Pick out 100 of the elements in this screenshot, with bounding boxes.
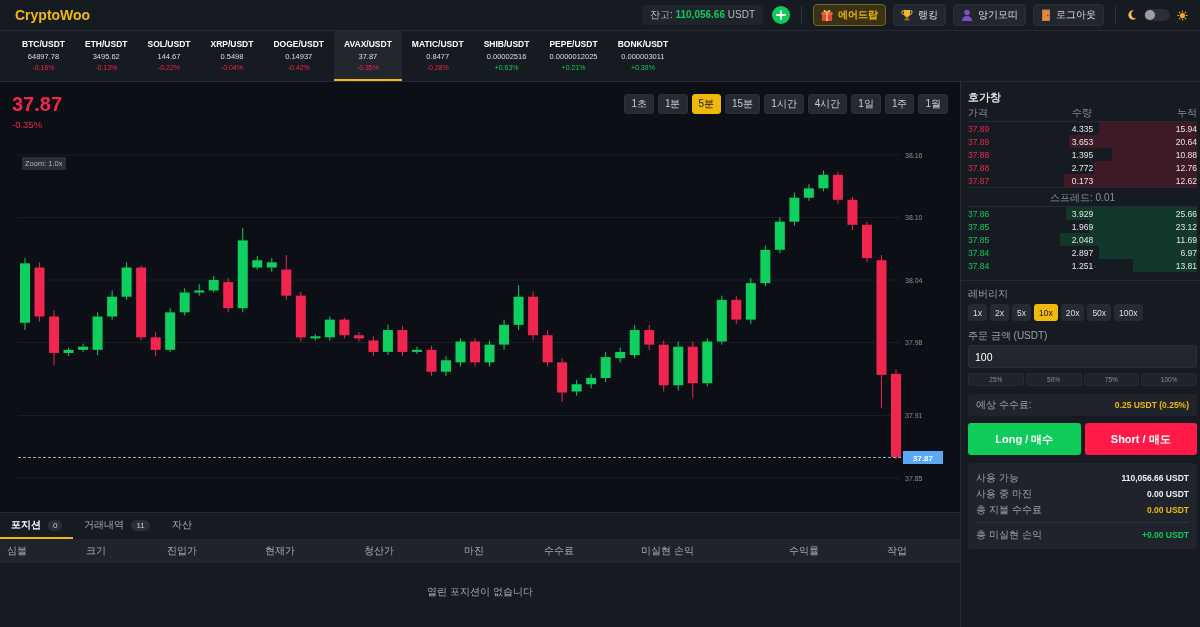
pair-symbol: BTC/USDT [22,39,65,49]
plus-icon [776,10,786,20]
balance-display: 잔고: 110,056.66 USDT [641,5,763,25]
nav-button[interactable]: 앙기모띠 [953,4,1026,26]
timeframe-button[interactable]: 1주 [884,94,915,114]
timeframe-button[interactable]: 1일 [851,94,881,114]
leverage-button[interactable]: 50x [1087,304,1112,321]
candle [266,257,277,273]
candle [847,196,858,231]
candle [861,221,872,263]
leverage-button[interactable]: 5x [1011,304,1031,321]
candle [716,295,727,346]
candle [208,275,219,294]
add-funds-button[interactable] [772,6,790,24]
nav-button[interactable]: 랭킹 [893,4,946,26]
leverage-button[interactable]: 1x [968,304,987,321]
order-price: 37.86 [968,208,991,219]
candle [818,170,829,192]
panel-tab[interactable]: 자산 [160,513,203,539]
timeframe-button[interactable]: 5분 [691,94,722,114]
pair-symbol: XRP/USDT [210,39,254,49]
field-label: 주문 금액 (USDT) [968,329,1049,343]
candle [731,295,742,325]
info-value: 110,056.66 USDT [1121,473,1189,483]
spread-label: 스프레드: 0.01 [968,187,1197,207]
leverage-button[interactable]: 20x [1060,304,1085,321]
timeframe-button[interactable]: 4시간 [807,94,848,114]
candle [34,261,45,323]
candle [513,284,524,331]
column-header: 수량 [1071,106,1094,120]
leverage-button[interactable]: 2x [990,304,1009,321]
column-header: 수수료 [544,544,575,558]
candle [368,335,379,357]
info-label: 사용 중 마진 [976,487,1032,501]
order-price: 37.89 [968,123,991,134]
candle [629,324,640,359]
short-button[interactable]: Short / 매도 [1084,423,1197,455]
column-header: 진입가 [167,544,198,558]
column-header: 마진 [464,544,485,558]
order-price: 37.84 [968,260,991,271]
timeframe-button[interactable]: 1월 [918,94,948,114]
leverage-button[interactable]: 10x [1033,304,1058,321]
candle [107,289,118,321]
column-header: 청산가 [364,544,395,558]
order-amount: 1.969 [1070,221,1095,232]
leverage-button[interactable]: 100x [1114,304,1143,321]
person-icon [961,9,973,21]
order-total: 13.81 [1174,260,1197,271]
info-label: 총 미실현 손익 [976,528,1042,542]
order-price: 37.85 [968,221,991,232]
order-total: 23.12 [1174,221,1197,232]
ref-line-label: 37.87 [912,453,934,463]
column-header: 현재가 [265,544,296,558]
order-amount: 2.772 [1070,162,1095,173]
candle [745,277,756,325]
candle [615,347,626,363]
candle [252,255,263,271]
candle [295,291,306,342]
nav-button[interactable]: 로그아웃 [1033,4,1104,26]
panel-tab[interactable]: 거래내역 11 [73,513,161,539]
pair-symbol: BONK/USDT [617,39,669,49]
order-total: 15.94 [1174,123,1197,134]
info-label: 총 지불 수수료 [976,503,1042,517]
candle [441,355,451,377]
candle [702,337,713,387]
candle [760,245,771,287]
timeframe-button[interactable]: 15분 [725,94,761,114]
column-header: 크기 [86,544,107,558]
order-total: 25.66 [1174,208,1197,219]
candle [339,317,350,339]
candle [426,345,437,377]
candle [600,351,611,383]
candle [150,331,161,357]
amount-input[interactable]: 100 [968,345,1197,368]
empty-message: 열린 포지션이 없습니다 [426,585,534,599]
order-total: 6.97 [1179,247,1197,258]
fee-label: 예상 수수료: [976,398,1032,412]
candle [411,346,422,355]
pair-symbol: PEPE/USDT [549,39,598,49]
logo: CryptoWoo [15,7,91,23]
timeframe-button[interactable]: 1시간 [764,94,804,114]
candle [78,343,89,353]
column-header: 심볼 [7,544,28,558]
column-header: 미실현 손익 [641,544,695,558]
count-badge: 0 [48,519,63,531]
candle [281,254,292,301]
candle [397,325,408,357]
price-tag: 37.87 [903,451,943,464]
candle [673,341,684,391]
candle [542,329,553,367]
candle [324,316,335,341]
theme-toggle[interactable] [1144,9,1170,21]
pair-symbol: SOL/USDT [147,39,191,49]
column-header: 수익률 [789,544,820,558]
nav-button[interactable]: 에어드랍 [813,4,886,26]
timeframe-button[interactable]: 1분 [657,94,688,114]
candle [658,339,669,392]
timeframe-button[interactable]: 1초 [624,94,654,114]
candle [528,291,539,341]
pair-symbol: ETH/USDT [85,39,128,49]
